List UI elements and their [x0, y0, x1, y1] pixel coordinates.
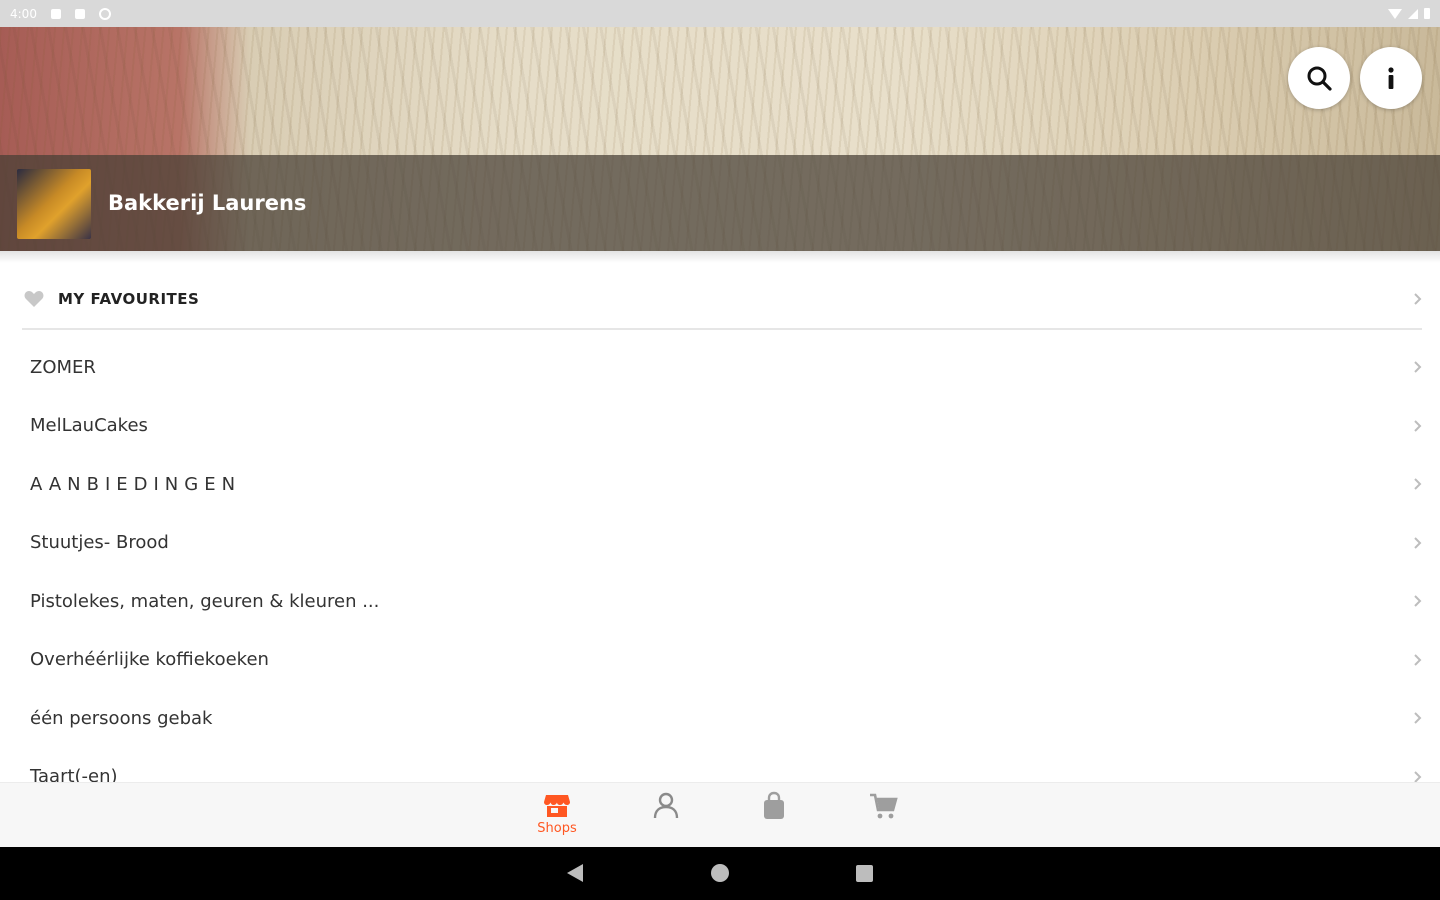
category-label: Taart(-en): [30, 766, 118, 783]
banner-shadow: [0, 251, 1440, 263]
shopping-bag-icon: [764, 791, 784, 819]
chevron-right-icon: [1414, 478, 1422, 490]
category-item-stuutjes-brood[interactable]: Stuutjes- Brood: [0, 514, 1440, 573]
category-item-zomer[interactable]: ZOMER: [0, 338, 1440, 397]
user-icon: [653, 792, 679, 819]
category-label: één persoons gebak: [30, 707, 213, 729]
category-label: AANBIEDINGEN: [30, 473, 242, 495]
signal-icon: [1408, 8, 1418, 19]
status-bar: 4:00: [0, 0, 1440, 27]
chevron-right-icon: [1414, 712, 1422, 724]
info-button[interactable]: [1360, 47, 1422, 109]
category-label: ZOMER: [30, 356, 96, 378]
my-favourites-row[interactable]: MY FAVOURITES: [22, 270, 1422, 330]
wifi-icon: [1388, 8, 1402, 19]
notification-icon: [50, 8, 61, 19]
sd-card-icon: [74, 8, 85, 19]
chevron-right-icon: [1414, 420, 1422, 432]
category-item-koffiekoeken[interactable]: Overhéérlijke koffiekoeken: [0, 631, 1440, 690]
chevron-right-icon: [1414, 771, 1422, 783]
shop-header-banner: Bakkerij Laurens: [0, 27, 1440, 251]
category-label: Pistolekes, maten, geuren & kleuren ...: [30, 590, 380, 612]
sync-icon: [98, 7, 111, 20]
info-icon: [1388, 67, 1394, 89]
nav-cart[interactable]: [853, 791, 913, 821]
chevron-right-icon: [1414, 293, 1422, 305]
chevron-right-icon: [1414, 537, 1422, 549]
chevron-right-icon: [1414, 361, 1422, 373]
category-label: MelLauCakes: [30, 415, 148, 437]
category-item-aanbiedingen[interactable]: AANBIEDINGEN: [0, 455, 1440, 514]
my-favourites-label: MY FAVOURITES: [58, 290, 200, 308]
system-navigation-bar: [0, 847, 1440, 900]
category-item-een-persoons-gebak[interactable]: één persoons gebak: [0, 689, 1440, 748]
heart-icon: [24, 291, 44, 307]
chevron-right-icon: [1414, 654, 1422, 666]
category-list: ZOMER MelLauCakes AANBIEDINGEN Stuutjes-…: [0, 338, 1440, 783]
bottom-navigation: Shops: [0, 782, 1440, 847]
home-icon[interactable]: [711, 864, 729, 882]
shop-name: Bakkerij Laurens: [108, 191, 307, 215]
category-label: Overhéérlijke koffiekoeken: [30, 649, 269, 671]
store-icon: [544, 795, 570, 817]
recent-apps-icon[interactable]: [856, 865, 873, 882]
nav-account[interactable]: [636, 791, 696, 821]
category-item-taarten[interactable]: Taart(-en): [0, 748, 1440, 783]
search-icon: [1307, 66, 1332, 91]
nav-shops-label: Shops: [537, 821, 577, 836]
category-item-pistolekes[interactable]: Pistolekes, maten, geuren & kleuren ...: [0, 572, 1440, 631]
nav-orders[interactable]: [744, 791, 804, 821]
battery-icon: [1424, 8, 1430, 19]
category-item-mellaucakes[interactable]: MelLauCakes: [0, 397, 1440, 456]
cart-icon: [870, 793, 898, 819]
status-time: 4:00: [10, 6, 37, 21]
category-label: Stuutjes- Brood: [30, 532, 169, 554]
back-icon[interactable]: [567, 864, 583, 882]
shop-logo-image: [17, 169, 91, 239]
chevron-right-icon: [1414, 595, 1422, 607]
nav-shops[interactable]: Shops: [527, 791, 587, 836]
search-button[interactable]: [1288, 47, 1350, 109]
